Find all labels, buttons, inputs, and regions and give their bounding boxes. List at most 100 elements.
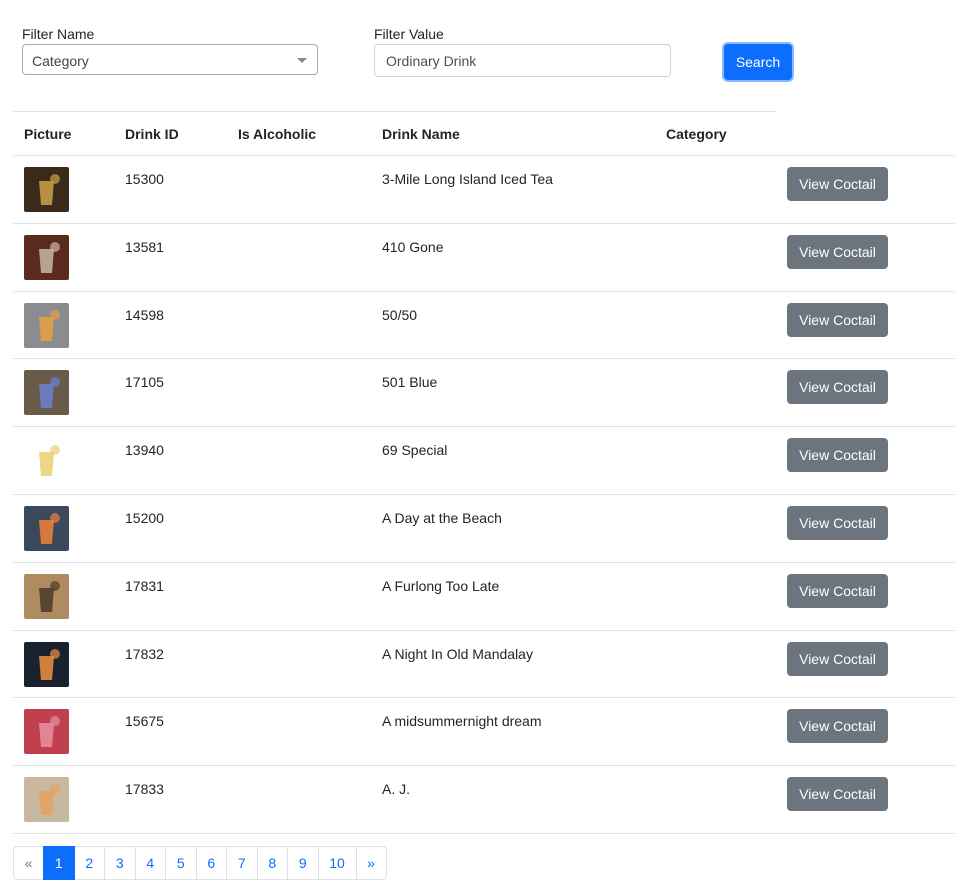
glass-shape — [39, 452, 54, 477]
header-drink-id: Drink ID — [125, 126, 179, 142]
drink-id-cell: 13581 — [125, 238, 164, 255]
drink-thumbnail — [24, 167, 69, 212]
drink-id-cell: 17105 — [125, 374, 164, 391]
search-button[interactable]: Search — [724, 44, 792, 80]
drink-thumbnail-image — [24, 234, 69, 280]
table-row: 15300 3-Mile Long Island Iced Tea View Coc… — [13, 156, 955, 224]
glass-shape — [39, 248, 54, 273]
pagination-page[interactable]: 2 — [73, 846, 105, 880]
glass-shape — [39, 181, 54, 205]
drink-thumbnail — [24, 370, 69, 416]
drink-id-cell: 15200 — [125, 509, 164, 526]
drink-thumbnail — [24, 573, 69, 619]
garnish-shape — [50, 241, 60, 252]
drink-name-cell: A Day at the Beach — [382, 509, 502, 526]
table-row: 14598 50/50 View Coctail — [13, 292, 955, 360]
drink-name-cell: 410 Gone — [382, 238, 444, 255]
drink-thumbnail-image — [24, 777, 69, 823]
drink-thumbnail — [24, 302, 69, 348]
table-row: 17832 A Night In Old Mandalay View Coctail — [13, 631, 955, 699]
pagination: «1 2 3 4 5 6 7 8 9 10» — [13, 846, 387, 880]
drink-id-cell: 13940 — [125, 442, 164, 459]
table-row: 17833 A. J. View Coctail — [13, 766, 955, 834]
garnish-shape — [50, 512, 60, 523]
table-row: 13940 69 Special View Coctail — [13, 427, 955, 495]
pagination-page[interactable]: 1 — [43, 846, 75, 880]
table-body: 15300 3-Mile Long Island Iced Tea View Coc… — [13, 156, 955, 834]
drink-thumbnail — [24, 234, 69, 280]
filter-value-input[interactable] — [374, 44, 671, 77]
glass-shape — [39, 587, 54, 612]
drink-id-cell: 17831 — [125, 577, 164, 594]
drink-name-cell: A Night In Old Mandalay — [382, 645, 533, 662]
drink-id-cell: 15300 — [125, 171, 164, 187]
drink-name-cell: 501 Blue — [382, 374, 438, 391]
drink-name-cell: A. J. — [382, 781, 411, 798]
filter-value-label: Filter Value — [374, 26, 444, 42]
table-row: 15200 A Day at the Beach View Coctail — [13, 495, 955, 563]
garnish-shape — [50, 580, 60, 591]
glass-shape — [39, 316, 54, 341]
drink-thumbnail-image — [24, 438, 69, 484]
header-drink-name: Drink Name — [382, 126, 460, 142]
glass-shape — [39, 791, 54, 816]
drink-thumbnail — [24, 641, 69, 687]
pagination-next[interactable]: » — [355, 846, 387, 880]
drink-name-cell: 69 Special — [382, 442, 448, 459]
view-coctail-button[interactable]: View Coctail — [787, 234, 888, 269]
table-row: 17831 A Furlong Too Late View Coctail — [13, 563, 955, 631]
garnish-shape — [50, 174, 60, 184]
drink-thumbnail-image — [24, 709, 69, 755]
drink-thumbnail — [24, 709, 69, 755]
drink-thumbnail-image — [24, 505, 69, 551]
table-row: 17105 501 Blue View Coctail — [13, 359, 955, 428]
drink-thumbnail — [24, 438, 69, 484]
view-coctail-button[interactable]: View Coctail — [787, 505, 888, 540]
garnish-shape — [50, 377, 60, 388]
table-row: 15675 A midsummernight dream View Coctail — [13, 698, 955, 767]
view-coctail-button[interactable]: View Coctail — [787, 167, 888, 201]
glass-shape — [39, 723, 54, 748]
header-is-alcoholic: Is Alcoholic — [238, 126, 317, 142]
drink-thumbnail-image — [24, 167, 69, 212]
table-row: 13581 410 Gone View Coctail — [13, 224, 955, 292]
pagination-page[interactable]: 8 — [256, 846, 288, 880]
view-coctail-button[interactable]: View Coctail — [787, 438, 888, 473]
drink-name-cell: 3-Mile Long Island Iced Tea — [382, 171, 553, 187]
pagination-page[interactable]: 4 — [134, 846, 166, 880]
drink-id-cell: 17832 — [125, 645, 164, 662]
glass-shape — [39, 384, 54, 409]
pagination-page[interactable]: 3 — [104, 846, 136, 880]
drink-thumbnail-image — [24, 641, 69, 687]
view-coctail-button[interactable]: View Coctail — [787, 370, 888, 405]
pagination-page[interactable]: 6 — [195, 846, 227, 880]
garnish-shape — [50, 716, 60, 727]
drink-name-cell: 50/50 — [382, 306, 418, 323]
pagination-page[interactable]: 7 — [226, 846, 258, 880]
garnish-shape — [50, 648, 60, 659]
drink-name-cell: A Furlong Too Late — [382, 577, 500, 594]
drink-thumbnail — [24, 505, 69, 551]
garnish-shape — [50, 784, 60, 795]
view-coctail-button[interactable]: View Coctail — [787, 709, 888, 744]
drink-thumbnail-image — [24, 302, 69, 348]
chevron-down-icon — [297, 58, 307, 63]
garnish-shape — [50, 445, 60, 456]
drink-thumbnail — [24, 777, 69, 823]
view-coctail-button[interactable]: View Coctail — [787, 573, 888, 608]
view-coctail-button[interactable]: View Coctail — [787, 777, 888, 812]
filter-name-select[interactable]: Category — [22, 44, 318, 75]
drink-thumbnail-image — [24, 370, 69, 416]
pagination-prev[interactable]: « — [13, 846, 44, 880]
glass-shape — [39, 519, 54, 544]
pagination-page[interactable]: 10 — [317, 846, 357, 880]
glass-shape — [39, 655, 54, 680]
header-picture: Picture — [24, 126, 72, 142]
drink-id-cell: 15675 — [125, 713, 164, 730]
view-coctail-button[interactable]: View Coctail — [787, 641, 888, 676]
pagination-page[interactable]: 9 — [287, 846, 319, 880]
view-coctail-button[interactable]: View Coctail — [787, 302, 888, 337]
pagination-page[interactable]: 5 — [165, 846, 197, 880]
filter-name-selected-value: Category — [32, 53, 89, 69]
drink-id-cell: 14598 — [125, 306, 164, 323]
